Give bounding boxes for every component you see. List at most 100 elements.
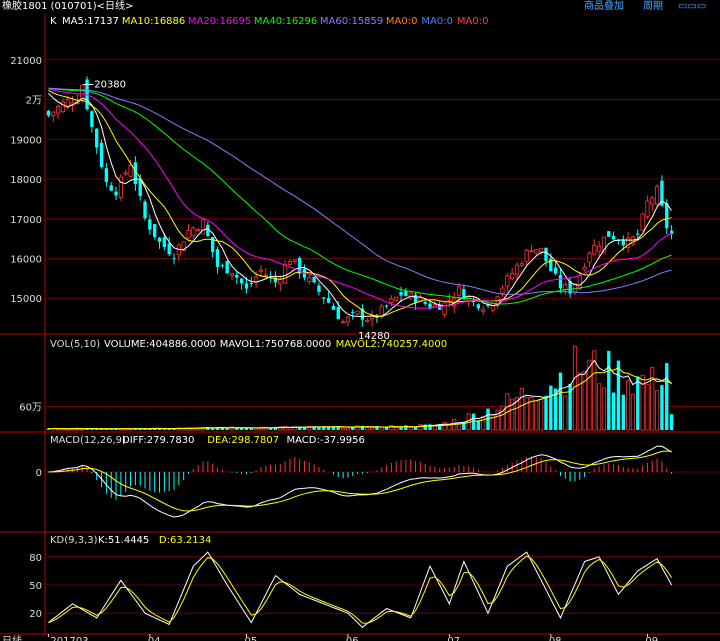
symbol-title: 橡胶1801 (010701)<日线> <box>2 1 134 12</box>
text-layer: K MA5:17137 MA10:16886 MA20:16695 MA40:16296… <box>2 16 658 641</box>
candle-body <box>292 259 297 262</box>
candle-body <box>249 283 253 285</box>
candle-body <box>650 197 655 205</box>
candle-body <box>524 250 529 262</box>
candle-body <box>317 285 321 292</box>
candle-body <box>220 265 225 267</box>
volume-bar <box>611 392 616 430</box>
volume-bar <box>549 385 553 430</box>
volume-value-label: MAVOL1:750768.0000 <box>220 339 331 350</box>
candle-body <box>607 231 611 237</box>
volume-bar <box>577 372 582 431</box>
candle-body <box>655 186 660 205</box>
volume-bar <box>660 385 664 430</box>
volume-bar <box>413 427 418 430</box>
chart-area[interactable]: 21000 2万 19000 18000 17000 16000 15000 2038014… <box>0 14 720 641</box>
candle-body <box>355 310 360 315</box>
volume-bar <box>408 426 413 431</box>
candle-body <box>283 264 288 284</box>
volume-bar <box>630 393 636 431</box>
volume-tick-label: 60万 <box>19 403 42 414</box>
candle-body <box>239 278 244 284</box>
ma-value-label: MA40:16296 <box>254 16 317 27</box>
candle-body <box>587 252 592 263</box>
volume-bar <box>442 421 447 431</box>
candle-body <box>104 168 109 182</box>
volume-bar <box>249 428 253 430</box>
candle-body <box>389 298 394 304</box>
candle-body <box>143 201 147 219</box>
price-tick-label: 16000 <box>10 254 42 265</box>
candle-body <box>114 191 118 196</box>
volume-bar <box>65 428 70 431</box>
candle-body <box>167 243 171 255</box>
volume-bar <box>369 427 375 431</box>
ma-value-label: MA20:16695 <box>188 16 251 27</box>
candle-body <box>399 292 403 296</box>
candle-body <box>60 101 65 113</box>
candle-body <box>640 213 645 231</box>
candle-body <box>539 247 544 253</box>
volume-bar <box>476 420 481 430</box>
candle-body <box>558 275 563 289</box>
candle-body <box>394 296 399 301</box>
candle-body <box>510 273 515 280</box>
ma-value-label: MA0:0 <box>457 16 489 27</box>
candle-body <box>621 240 625 246</box>
volume-bar <box>239 428 244 430</box>
volume-bar <box>655 390 660 431</box>
candle-body <box>99 142 104 168</box>
candle-body <box>476 304 481 309</box>
high-price-label: 20380 <box>94 79 126 90</box>
candle-body <box>235 274 239 278</box>
candle-body <box>307 277 312 282</box>
candle-body <box>46 110 51 116</box>
candle-body <box>611 235 616 240</box>
candle-body <box>447 299 452 302</box>
volume-value-label: VOLUME:404886.0000 <box>104 339 216 350</box>
candle-body <box>351 311 355 313</box>
volume-bar <box>399 427 403 430</box>
volume-bar <box>317 427 321 430</box>
volume-bar <box>539 399 544 431</box>
kd-tick-label: 80 <box>29 553 42 564</box>
macd-layer: 0 MACD(12,26,9)DIFF:279.7830 DEA:298.7807 M… <box>36 435 720 518</box>
x-tick-label: 09 <box>645 636 658 641</box>
candle-body <box>95 128 99 148</box>
candle-body <box>258 269 264 272</box>
title-bar: 橡胶1801 (010701)<日线> 商品叠加 周期 ▭▭▭ <box>0 0 720 14</box>
volume-bar <box>345 427 351 431</box>
candle-body <box>172 258 176 260</box>
volume-bar <box>597 383 602 431</box>
candle-body <box>148 219 152 230</box>
ma-value-label: MA0:0 <box>421 16 453 27</box>
volume-bar <box>287 427 293 431</box>
window-controls-icon[interactable]: ▭▭▭ <box>678 0 706 14</box>
ma-value-label: MA0:0 <box>386 16 418 27</box>
candle-body <box>51 111 56 116</box>
candle-body <box>153 224 157 237</box>
macd-value-label: MACD:-37.9956 <box>287 435 365 446</box>
price-tick-label: 19000 <box>10 135 42 146</box>
x-tick-label: 04 <box>148 636 161 641</box>
candle-body <box>490 303 495 311</box>
candle-body <box>123 172 128 175</box>
volume-bar <box>418 424 423 431</box>
ma-value-label: MA10:16886 <box>122 16 185 27</box>
candle-body <box>413 294 418 303</box>
candle-body <box>162 237 167 248</box>
kd-tick-label: 20 <box>29 609 42 620</box>
candle-body <box>636 233 640 235</box>
candle-body <box>287 261 293 265</box>
menu-period-button[interactable]: 周期 <box>643 0 663 14</box>
candle-body <box>336 307 340 320</box>
candle-body <box>534 249 539 254</box>
candle-body <box>563 284 568 290</box>
macd-title: MACD(12,26,9) <box>50 435 126 446</box>
volume-bar <box>621 394 625 430</box>
kline-label: K <box>50 16 57 27</box>
menu-overlay-button[interactable]: 商品叠加 <box>584 0 624 14</box>
candle-body <box>432 304 437 308</box>
volume-bar <box>601 387 607 431</box>
volume-bar <box>394 427 399 431</box>
